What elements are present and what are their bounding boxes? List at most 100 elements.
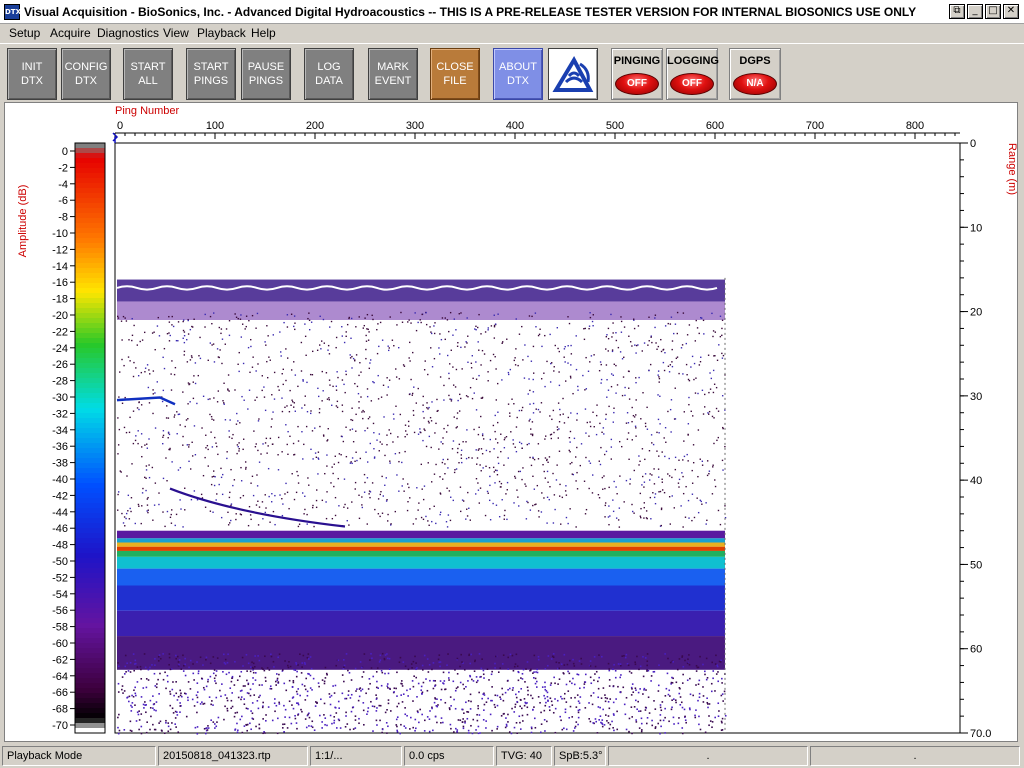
menu-help[interactable]: Help <box>251 26 276 40</box>
sub-bottom-speckle <box>591 703 594 706</box>
about-dtx-button[interactable]: ABOUT DTX <box>493 48 543 100</box>
sub-bottom-speckle <box>357 699 360 702</box>
status-panel-7: . <box>608 746 808 766</box>
menu-playback[interactable]: Playback <box>197 26 246 40</box>
menu-setup[interactable]: Setup <box>9 26 40 40</box>
sub-bottom-speckle <box>675 681 678 684</box>
water-column-speckle <box>537 408 540 411</box>
sub-bottom-speckle <box>485 701 488 704</box>
sub-bottom-speckle <box>651 719 653 722</box>
init-dtx-button[interactable]: INIT DTX <box>7 48 57 100</box>
pause-pings-button[interactable]: PAUSE PINGS <box>241 48 291 100</box>
water-column-speckle <box>682 459 684 461</box>
water-column-speckle <box>362 417 364 420</box>
sub-bottom-speckle <box>207 678 209 681</box>
water-column-speckle <box>428 406 430 409</box>
sub-bottom-speckle <box>331 722 333 725</box>
close-file-button[interactable]: CLOSE FILE <box>430 48 480 100</box>
water-column-speckle <box>209 342 212 344</box>
sub-bottom-speckle <box>366 710 369 713</box>
water-column-speckle <box>239 422 241 424</box>
water-column-speckle <box>335 336 338 339</box>
sub-bottom-speckle <box>698 715 700 718</box>
water-column-speckle <box>682 373 684 375</box>
water-column-speckle <box>547 461 549 464</box>
water-column-speckle <box>175 339 178 342</box>
colorbar-segment <box>75 273 105 279</box>
water-column-speckle <box>498 515 501 518</box>
sub-bottom-speckle <box>304 699 307 701</box>
bottom-echo-layer <box>117 538 725 543</box>
water-column-speckle <box>183 331 186 333</box>
water-column-speckle <box>608 505 610 507</box>
water-column-speckle <box>158 335 161 337</box>
sub-bottom-speckle <box>601 719 604 721</box>
water-column-speckle <box>635 399 637 401</box>
sub-bottom-speckle <box>702 686 704 688</box>
water-column-speckle <box>272 443 274 445</box>
sub-bottom-speckle <box>678 686 681 689</box>
water-column-speckle <box>428 435 431 438</box>
water-column-speckle <box>642 475 644 478</box>
range-axis-ticks: 010203040506070.0 <box>960 138 991 740</box>
minimize-button[interactable]: _ <box>967 4 983 19</box>
water-column-speckle <box>318 395 320 398</box>
mark-event-button[interactable]: MARK EVENT <box>368 48 418 100</box>
water-column-speckle <box>408 393 411 396</box>
water-column-speckle <box>392 413 395 415</box>
menu-diagnostics[interactable]: Diagnostics <box>97 26 159 40</box>
menu-view[interactable]: View <box>163 26 189 40</box>
water-column-speckle <box>526 443 529 446</box>
maximize-button[interactable]: □ <box>985 4 1001 19</box>
water-column-speckle <box>137 375 140 377</box>
water-column-speckle <box>183 350 186 353</box>
sub-bottom-speckle <box>596 732 599 734</box>
sub-bottom-speckle <box>252 667 255 670</box>
sub-bottom-speckle <box>560 695 562 698</box>
config-dtx-button[interactable]: CONFIG DTX <box>61 48 111 100</box>
sub-bottom-speckle <box>284 660 286 662</box>
sub-bottom-speckle <box>442 721 444 724</box>
water-column-speckle <box>211 476 213 478</box>
start-pings-button[interactable]: START PINGS <box>186 48 236 100</box>
water-column-speckle <box>691 519 693 522</box>
sub-bottom-speckle <box>466 717 469 720</box>
biosonics-logo-button[interactable] <box>548 48 598 100</box>
title-bar[interactable]: DTX Visual Acquisition - BioSonics, Inc.… <box>0 0 1024 24</box>
log-data-button[interactable]: LOG DATA <box>304 48 354 100</box>
water-column-speckle <box>590 355 593 357</box>
water-column-speckle <box>343 383 345 386</box>
sub-bottom-speckle <box>278 703 281 705</box>
sub-bottom-speckle <box>387 699 390 701</box>
water-column-speckle <box>450 398 453 401</box>
menu-acquire[interactable]: Acquire <box>50 26 91 40</box>
water-column-speckle <box>444 463 446 465</box>
water-column-speckle <box>593 354 595 356</box>
sub-bottom-speckle <box>698 696 701 699</box>
water-column-speckle <box>473 392 475 394</box>
start-all-button[interactable]: START ALL <box>123 48 173 100</box>
colorbar-segment <box>75 598 105 604</box>
water-column-speckle <box>404 450 406 453</box>
colorbar-segment <box>75 453 105 459</box>
water-column-speckle <box>352 440 355 443</box>
water-column-speckle <box>414 312 416 314</box>
sub-bottom-speckle <box>152 695 154 697</box>
water-column-speckle <box>674 456 677 459</box>
sub-bottom-speckle <box>117 665 120 668</box>
sub-bottom-speckle <box>246 679 248 682</box>
app-icon[interactable]: DTX <box>4 4 21 20</box>
echogram-chart[interactable]: Amplitude (dB) 0-2-4-6-8-10-12-14-16-18-… <box>5 103 1019 743</box>
water-column-speckle <box>589 316 592 319</box>
sub-bottom-speckle <box>324 723 326 726</box>
restore-icon[interactable]: ⧉ <box>949 4 965 19</box>
sub-bottom-speckle <box>609 698 612 700</box>
water-column-speckle <box>454 469 456 471</box>
sub-bottom-speckle <box>598 676 600 679</box>
sub-bottom-speckle <box>659 706 662 709</box>
water-column-speckle <box>422 439 424 442</box>
close-window-button[interactable]: ✕ <box>1003 4 1019 19</box>
echogram-panel[interactable]: Amplitude (dB) 0 -2 -4 -6 -8 -10 -12 -14 -16 -18-… <box>4 102 1018 742</box>
sub-bottom-speckle <box>250 728 252 731</box>
sub-bottom-speckle <box>375 719 378 722</box>
